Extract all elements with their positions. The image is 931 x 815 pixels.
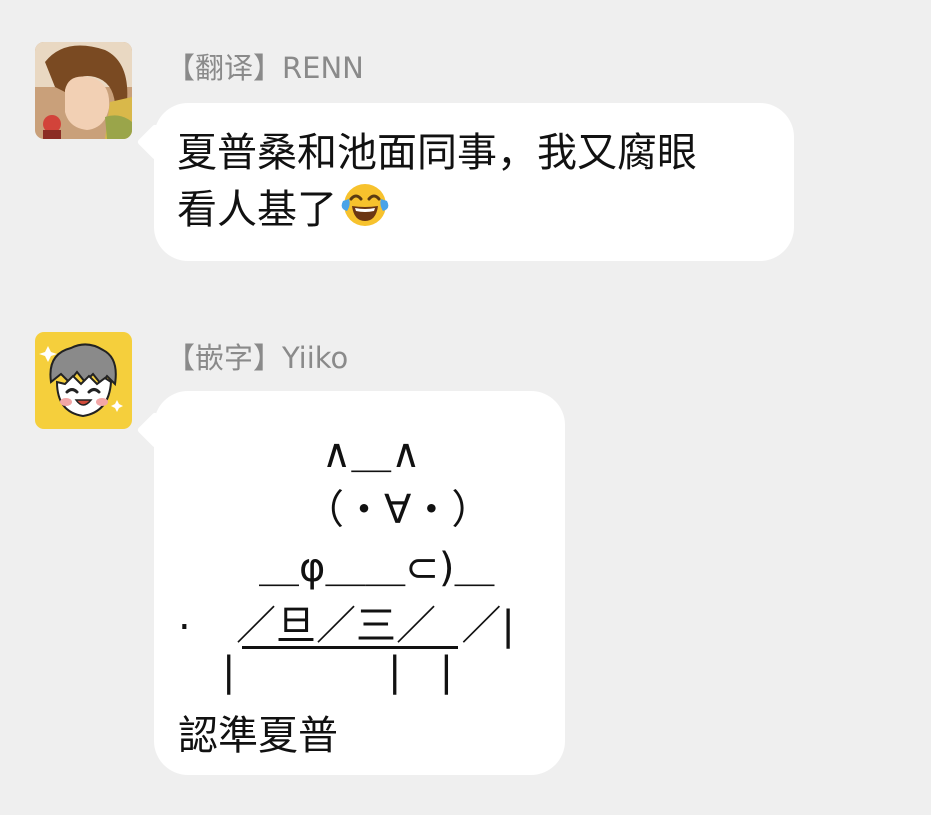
sender-name: 【嵌字】Yiiko [166, 341, 349, 375]
ascii-art-dot: . [178, 593, 191, 639]
message-text: 認準夏普 [178, 713, 338, 759]
message-text: 夏普桑和池面同事，我又腐眼 看人基了 [154, 103, 794, 244]
ascii-art-line: | | | [222, 649, 454, 695]
ascii-art-line: ／旦／三／ ／| [236, 603, 515, 649]
ascii-art-line: ＿φ＿＿⊂)＿ [259, 545, 495, 591]
tears-of-joy-emoji-icon [341, 181, 389, 244]
sender-name: 【翻译】RENN [166, 51, 364, 85]
avatar[interactable] [35, 332, 132, 429]
message-bubble[interactable]: 夏普桑和池面同事，我又腐眼 看人基了 [154, 103, 794, 261]
message-bubble[interactable]: ∧＿∧ （・∀・） ＿φ＿＿⊂)＿ . ／旦／三／ ／| | | | 認準夏普 [154, 391, 565, 775]
ascii-art-line: （・∀・） [304, 487, 492, 533]
ascii-art-line: ∧＿∧ [322, 431, 421, 477]
message-text-line2: 看人基了 [177, 187, 337, 233]
message-text-line1: 夏普桑和池面同事，我又腐眼 [177, 130, 697, 176]
avatar[interactable] [35, 42, 132, 139]
